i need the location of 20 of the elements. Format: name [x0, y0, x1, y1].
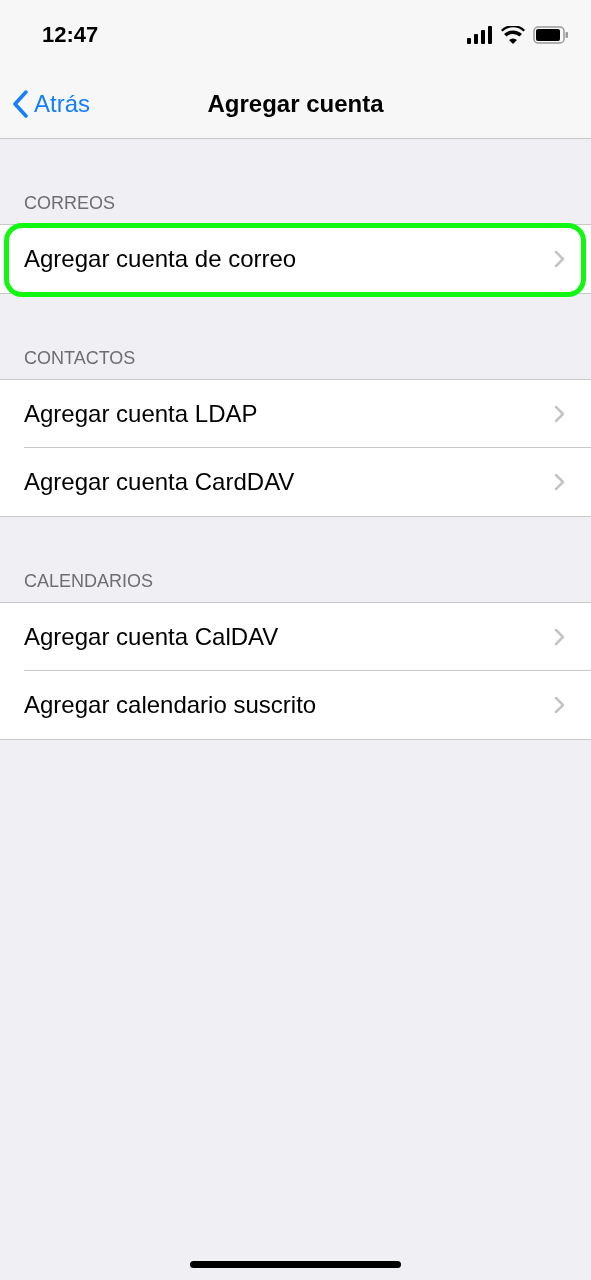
- chevron-right-icon: [554, 405, 565, 423]
- battery-icon: [533, 26, 569, 44]
- list-row[interactable]: Agregar cuenta de correo: [0, 225, 591, 293]
- chevron-right-icon: [554, 473, 565, 491]
- list-row[interactable]: Agregar cuenta LDAP: [0, 380, 591, 448]
- status-time: 12:47: [42, 22, 99, 48]
- list-row[interactable]: Agregar cuenta CalDAV: [0, 603, 591, 671]
- chevron-right-icon: [554, 628, 565, 646]
- chevron-left-icon: [12, 90, 28, 118]
- chevron-right-icon: [554, 250, 565, 268]
- screen-title: Agregar cuenta: [207, 90, 384, 118]
- back-button[interactable]: Atrás: [0, 90, 90, 118]
- section-header: CONTACTOS: [24, 348, 136, 368]
- section-header: CORREOS: [24, 193, 115, 213]
- list-row[interactable]: Agregar calendario suscrito: [0, 671, 591, 739]
- chevron-right-icon: [554, 696, 565, 714]
- signal-icon: [467, 26, 493, 44]
- wifi-icon: [501, 26, 525, 44]
- section-header: CALENDARIOS: [24, 571, 154, 591]
- list-row[interactable]: Agregar cuenta CardDAV: [0, 448, 591, 516]
